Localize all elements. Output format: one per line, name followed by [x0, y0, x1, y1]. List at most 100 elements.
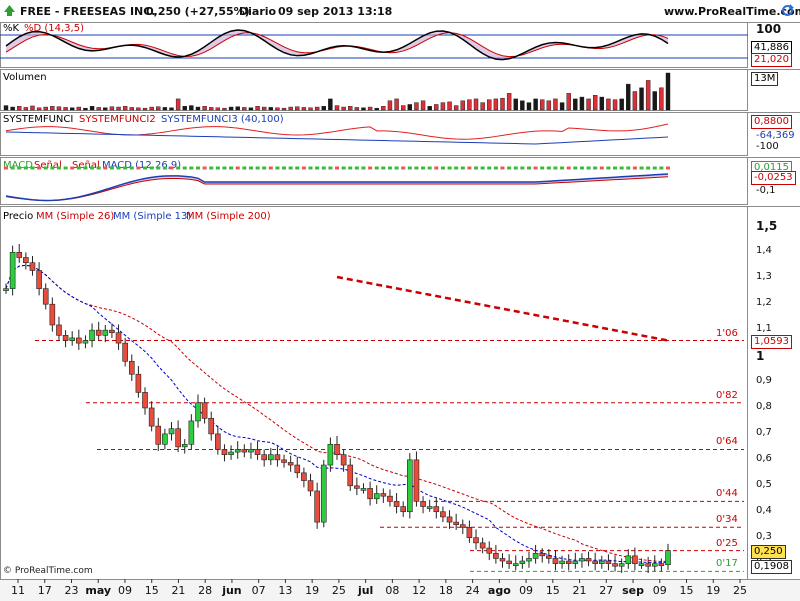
volume-bar: [69, 107, 75, 111]
price-y-tick: 0,6: [756, 452, 772, 464]
macd-hist-bar: [103, 166, 108, 170]
macd-hist-bar: [90, 166, 95, 170]
volume-bar: [136, 107, 141, 111]
candle-body: [605, 560, 612, 564]
candle-body: [301, 472, 307, 481]
x-tick-label: 21: [572, 584, 587, 597]
volume-bar: [665, 72, 671, 111]
candle-body: [618, 563, 625, 567]
volume-bar: [3, 105, 9, 111]
candle-body: [539, 552, 546, 557]
candle-body: [400, 506, 407, 513]
candle-body: [632, 555, 638, 564]
x-tick-label: 25: [331, 584, 346, 597]
volume-bar: [367, 106, 373, 111]
ma200-line: [336, 275, 669, 342]
macd-hist-bar: [361, 166, 366, 170]
macd-hist-bar: [56, 166, 61, 170]
volume-bar: [281, 107, 287, 111]
x-tick-label: 27: [599, 584, 614, 597]
macd-hist-bar: [321, 166, 326, 170]
macd-hist-bar: [315, 166, 320, 170]
macd-hist-bar: [414, 166, 419, 170]
macd-hist-bar: [467, 166, 472, 170]
x-tick-label: 15: [679, 584, 694, 597]
macd-hist-bar: [507, 166, 512, 170]
volume-bar: [354, 107, 360, 111]
macd-hist-bar: [500, 166, 505, 170]
price-y-tick: 1,3: [756, 271, 772, 283]
candle-body: [387, 495, 393, 502]
macd-hist-bar: [593, 166, 598, 170]
x-tick-label: 18: [438, 584, 453, 597]
macd-hist-bar: [162, 166, 167, 170]
low-value-box: 0,1908: [751, 560, 792, 574]
volume-bar: [175, 98, 181, 111]
candle-body: [36, 270, 42, 289]
ma13-line: [5, 264, 669, 564]
candle-body: [658, 563, 665, 566]
macd-hist-bar: [308, 166, 313, 170]
volume-bar: [407, 104, 413, 111]
x-tick-label: jul: [357, 584, 374, 597]
level-label: 0'64: [716, 436, 738, 448]
volume-bar: [261, 106, 267, 111]
candle-body: [234, 449, 241, 453]
volume-bar: [480, 102, 485, 111]
macd-hist-bar: [63, 166, 68, 170]
macd-hist-bar: [666, 166, 670, 170]
macd-hist-bar: [129, 166, 134, 170]
macd-hist-bar: [282, 166, 287, 170]
volume-bar: [23, 107, 29, 111]
macd-hist-bar: [275, 166, 280, 170]
macd-hist-bar: [156, 166, 161, 170]
price-y-tick: 1,1: [756, 323, 772, 335]
candle-body: [241, 449, 248, 453]
candle-body: [29, 262, 36, 271]
x-tick-label: 19: [305, 584, 320, 597]
candle-body: [559, 560, 565, 564]
macd-hist-bar: [586, 166, 591, 170]
volume-bar: [321, 106, 326, 111]
macd-hist-bar: [440, 166, 445, 170]
candle-body: [287, 462, 294, 466]
price-y-tick: 1,4: [756, 245, 772, 257]
macd-hist-bar: [123, 166, 128, 170]
volume-bar: [36, 107, 42, 111]
candle-body: [585, 558, 592, 562]
candle-body: [162, 433, 168, 445]
volume-bar: [434, 104, 439, 111]
volume-bar: [275, 107, 280, 111]
candle-body: [16, 252, 23, 258]
candle-body: [486, 547, 493, 554]
volume-bar: [129, 107, 134, 111]
volume-bar: [83, 107, 88, 111]
volume-bar: [626, 83, 631, 111]
candle-body: [407, 459, 413, 513]
volume-bar: [301, 107, 307, 111]
volume-bar: [202, 106, 207, 111]
macd-hist-bar: [288, 166, 293, 170]
candle-body: [208, 418, 215, 435]
volume-bar: [314, 106, 320, 111]
x-tick-label: 23: [64, 584, 79, 597]
volume-bar: [559, 102, 565, 111]
candle-body: [493, 552, 499, 559]
macd-hist-bar: [381, 166, 386, 170]
macd-hist-bar: [50, 166, 55, 170]
macd-hist-bar: [659, 166, 664, 170]
x-tick-label: 28: [198, 584, 213, 597]
candle-body: [261, 454, 267, 461]
macd-hist-bar: [480, 166, 485, 170]
macd-hist-bar: [30, 166, 35, 170]
candle-body: [195, 402, 201, 422]
macd-hist-bar: [553, 166, 558, 170]
candle-body: [267, 454, 274, 461]
volume-bar: [387, 100, 393, 111]
candle-body: [473, 537, 479, 544]
macd-hist-bar: [222, 166, 227, 170]
x-tick-label: 12: [412, 584, 427, 597]
ma200-value-box: 1,0593: [751, 334, 792, 349]
volume-bar: [30, 105, 35, 111]
volume-bar: [63, 107, 68, 111]
